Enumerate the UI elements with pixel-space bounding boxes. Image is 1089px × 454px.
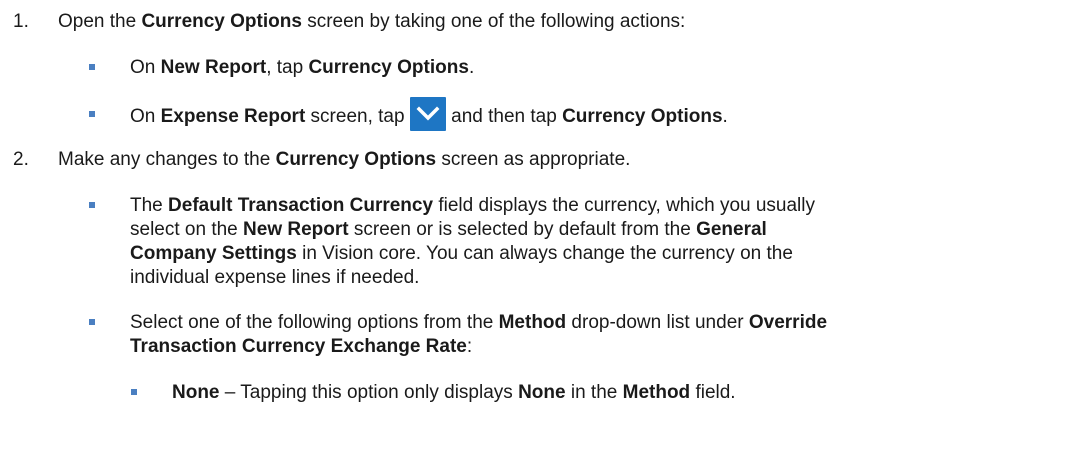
bullet-icon xyxy=(131,389,137,395)
bullet-default-currency-line-1: The Default Transaction Currency field d… xyxy=(130,195,816,216)
step-2-text: Make any changes to the Currency Options… xyxy=(58,149,631,170)
bullet-method-line-1: Select one of the following options from… xyxy=(130,312,828,333)
sub-bullet-none: None – Tapping this option only displays… xyxy=(172,382,736,403)
bullet-icon xyxy=(89,319,95,325)
bullet-icon xyxy=(89,202,95,208)
bullet-method-line-2: Transaction Currency Exchange Rate: xyxy=(130,336,473,357)
document-page: 1. Open the Currency Options screen by t… xyxy=(0,0,1089,454)
bullet-icon xyxy=(89,111,95,117)
bullet-icon xyxy=(89,64,95,70)
bullet-default-currency-line-3: Company Settings in Vision core. You can… xyxy=(130,243,793,264)
bullet-default-currency-line-2: select on the New Report screen or is se… xyxy=(130,219,767,240)
step-number: 2. xyxy=(13,149,29,170)
step-1-text: Open the Currency Options screen by taki… xyxy=(58,11,686,32)
bullet-default-currency-line-4: individual expense lines if needed. xyxy=(130,267,420,288)
bullet-expense-report: On Expense Report screen, tap and then t… xyxy=(130,97,728,131)
chevron-down-icon xyxy=(409,97,446,131)
step-number: 1. xyxy=(13,11,29,32)
bullet-new-report: On New Report, tap Currency Options. xyxy=(130,57,475,78)
